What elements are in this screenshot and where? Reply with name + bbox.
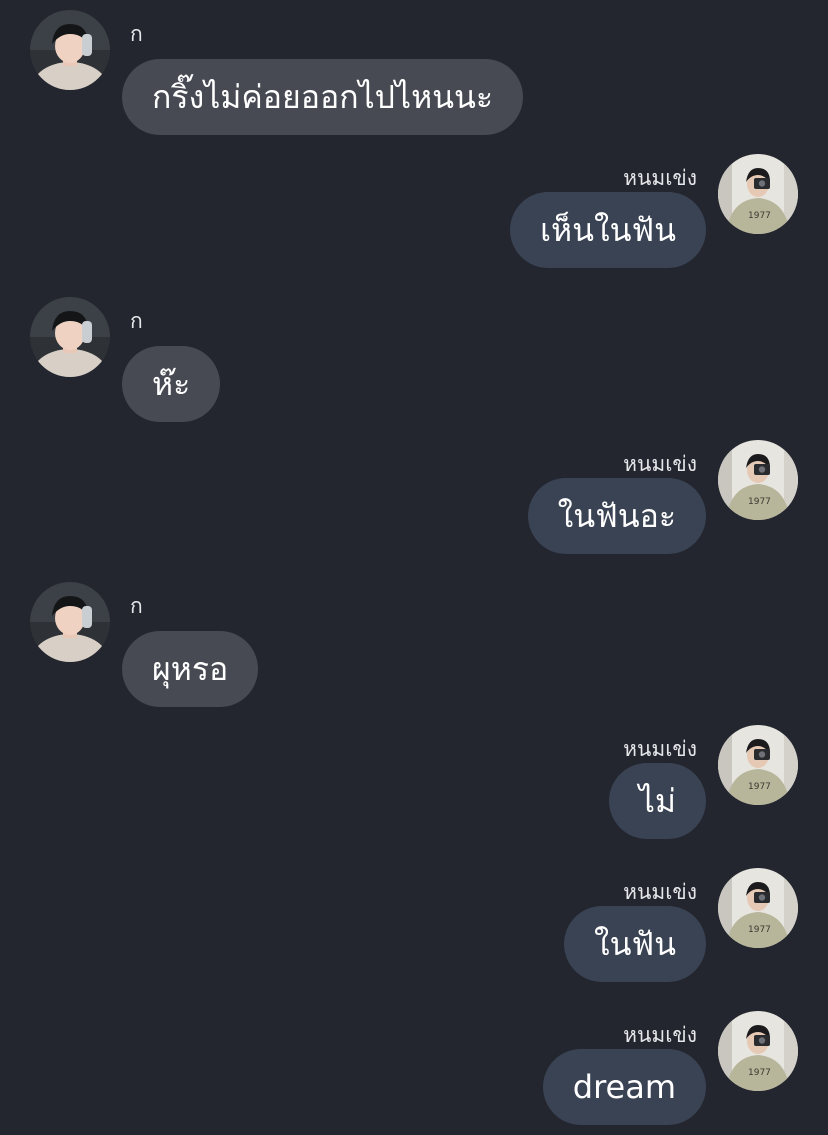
avatar-image	[718, 154, 798, 234]
avatar-image	[30, 10, 110, 90]
sender-name: หนมเข่ง	[623, 452, 697, 476]
avatar-image	[30, 582, 110, 662]
message-bubble[interactable]: ในฟัน	[563, 906, 706, 982]
avatar[interactable]	[718, 868, 798, 948]
message-bubble[interactable]: ไม่	[608, 763, 706, 839]
avatar-image	[30, 297, 110, 377]
sender-name: หนมเข่ง	[623, 166, 697, 190]
message-bubble[interactable]: dream	[542, 1049, 706, 1125]
avatar-image	[718, 868, 798, 948]
sender-name: ก	[130, 22, 143, 46]
avatar[interactable]	[30, 297, 110, 377]
message-bubble[interactable]: ผุหรอ	[122, 631, 259, 707]
sender-name: ก	[130, 309, 143, 333]
message-bubble[interactable]: ในฟันอะ	[527, 478, 706, 554]
message-bubble[interactable]: กริ๊งไม่ค่อยออกไปไหนนะ	[122, 59, 524, 135]
avatar[interactable]	[718, 1011, 798, 1091]
chat-thread[interactable]: ก กริ๊งไม่ค่อยออกไปไหนนะ หนมเข่ง เห็นในฟ…	[0, 0, 828, 1135]
avatar[interactable]	[30, 582, 110, 662]
message-bubble[interactable]: เห็นในฟัน	[510, 192, 706, 268]
avatar[interactable]	[718, 440, 798, 520]
sender-name: หนมเข่ง	[623, 880, 697, 904]
avatar[interactable]	[30, 10, 110, 90]
avatar-image	[718, 1011, 798, 1091]
sender-name: หนมเข่ง	[623, 1023, 697, 1047]
sender-name: หนมเข่ง	[623, 737, 697, 761]
sender-name: ก	[130, 594, 143, 618]
avatar-image	[718, 725, 798, 805]
message-bubble[interactable]: ห๊ะ	[122, 346, 221, 422]
avatar[interactable]	[718, 154, 798, 234]
avatar[interactable]	[718, 725, 798, 805]
avatar-image	[718, 440, 798, 520]
